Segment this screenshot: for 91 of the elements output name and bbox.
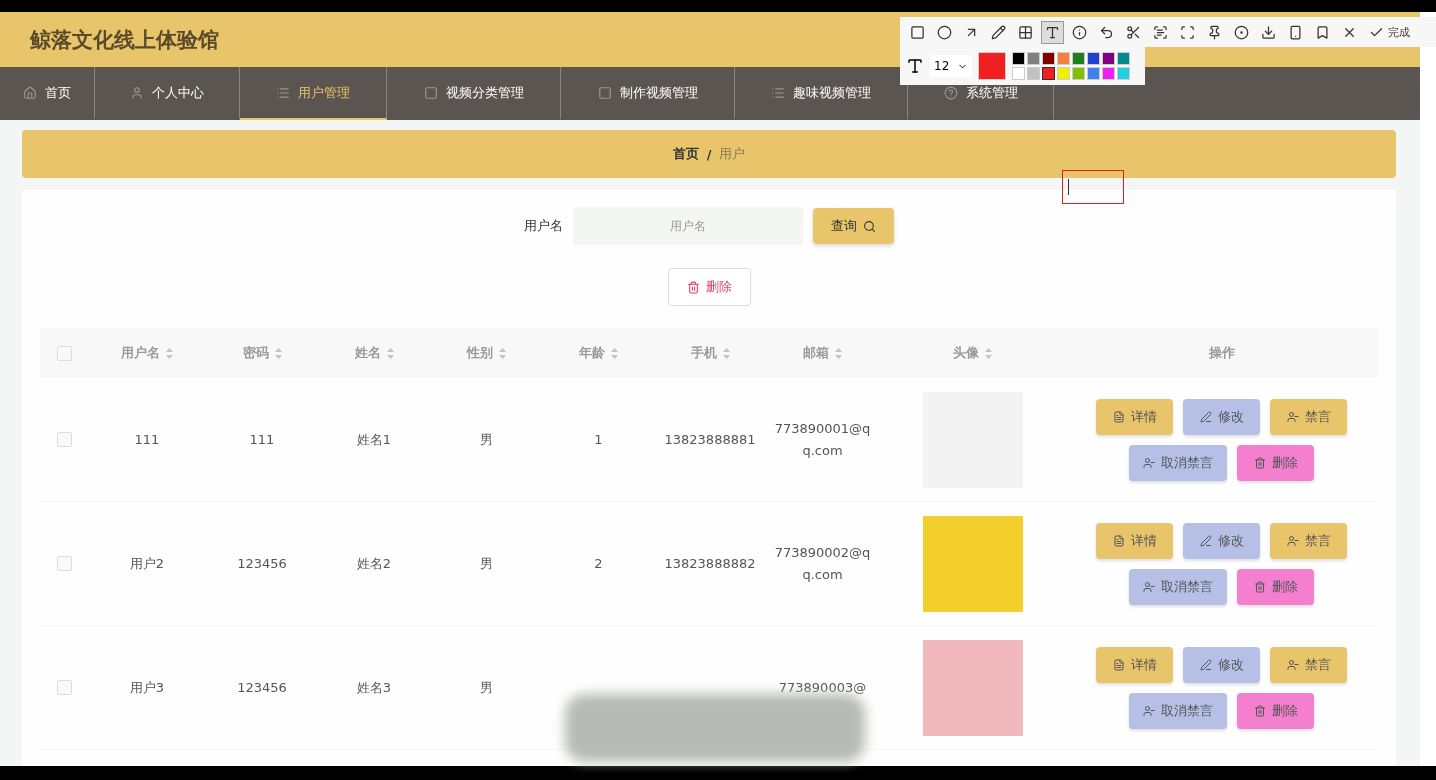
table-cell-text: 用户3 xyxy=(129,678,165,697)
table-cell-text: 13823888882 xyxy=(664,554,756,573)
table-cell-text: 2 xyxy=(594,554,603,573)
action-button[interactable]: 删除 xyxy=(1237,692,1314,729)
column-header: 操作 xyxy=(1208,344,1235,362)
font-size-select[interactable]: 12 xyxy=(930,55,973,77)
action-icon xyxy=(1199,410,1212,423)
query-button[interactable]: 查询 xyxy=(813,208,894,244)
action-button[interactable]: 禁言 xyxy=(1270,398,1347,435)
nav-icon xyxy=(23,85,37,100)
action-button[interactable]: 删除 xyxy=(1237,444,1314,481)
action-icon xyxy=(1112,410,1125,423)
delete-button[interactable]: 删除 xyxy=(667,268,751,306)
checkbox[interactable] xyxy=(56,345,72,361)
action-icon xyxy=(1199,658,1212,671)
action-button[interactable]: 禁言 xyxy=(1270,646,1347,683)
column-header: 密码 xyxy=(242,344,269,362)
table-cell-text: 姓名2 xyxy=(356,554,392,573)
current-color-swatch[interactable] xyxy=(978,52,1007,80)
action-icon xyxy=(1143,704,1155,717)
action-icon xyxy=(1286,534,1299,547)
action-icon xyxy=(1253,704,1266,717)
breadcrumb-current: 用户 xyxy=(719,145,746,163)
action-button[interactable]: 修改 xyxy=(1183,522,1260,559)
table-cell-text: 111 xyxy=(134,430,160,449)
nav-icon xyxy=(423,85,438,100)
checkbox[interactable] xyxy=(56,556,72,571)
color-swatch[interactable] xyxy=(1042,67,1056,80)
action-button[interactable]: 修改 xyxy=(1183,398,1260,435)
table-cell-text: 姓名3 xyxy=(356,678,392,697)
search-icon xyxy=(863,219,876,233)
column-header: 性别 xyxy=(466,344,493,362)
nav-tab[interactable]: 个人中心 xyxy=(95,67,240,120)
trash-icon xyxy=(686,280,700,294)
table-cell-text: 111 xyxy=(249,430,275,449)
action-icon xyxy=(1199,534,1212,547)
action-button[interactable]: 取消禁言 xyxy=(1129,568,1227,605)
table-cell-text: 773890003@ xyxy=(778,678,867,697)
breadcrumb-separator: / xyxy=(706,146,712,162)
action-icon xyxy=(1112,534,1125,547)
action-icon xyxy=(1143,580,1155,593)
table-cell-text: 姓名1 xyxy=(356,430,392,449)
column-header: 邮箱 xyxy=(803,344,829,362)
nav-icon xyxy=(130,85,144,100)
font-icon xyxy=(906,57,924,75)
action-button[interactable]: 删除 xyxy=(1237,568,1314,605)
table-cell-text: 13823888881 xyxy=(664,430,756,449)
nav-tab[interactable]: 制作视频管理 xyxy=(561,67,735,120)
action-button[interactable]: 详情 xyxy=(1096,646,1173,683)
checkbox[interactable] xyxy=(56,680,72,695)
action-icon xyxy=(1253,580,1266,593)
nav-icon xyxy=(771,85,785,100)
column-header: 用户名 xyxy=(121,344,160,362)
column-header: 姓名 xyxy=(354,344,381,362)
search-field[interactable]: 用户名 xyxy=(573,207,803,245)
table-cell-text: 男 xyxy=(479,554,493,573)
column-header: 头像 xyxy=(953,344,979,362)
action-button[interactable]: 详情 xyxy=(1096,522,1173,559)
nav-icon xyxy=(276,85,290,100)
site-title: 鲸落文化线上体验馆 xyxy=(30,26,219,54)
table-cell-text: 1 xyxy=(594,430,603,449)
table-cell-text: 男 xyxy=(479,430,493,449)
table-cell-text: 773890001@qq.com xyxy=(774,419,871,460)
breadcrumb-link[interactable]: 首页 xyxy=(672,145,699,163)
nav-icon xyxy=(943,85,958,100)
table-cell-text: 用户2 xyxy=(129,554,165,573)
table-cell-text: 773890002@qq.com xyxy=(774,543,871,584)
text-entry-box[interactable] xyxy=(1062,170,1124,204)
nav-tab[interactable]: 首页 xyxy=(0,67,95,120)
nav-icon xyxy=(597,85,612,100)
search-label: 用户名 xyxy=(524,217,563,235)
done-button[interactable]: 完成 xyxy=(1365,24,1414,40)
action-button[interactable]: 取消禁言 xyxy=(1129,692,1227,729)
action-icon xyxy=(1286,410,1299,423)
action-button[interactable]: 禁言 xyxy=(1270,522,1347,559)
table-cell-text: 123456 xyxy=(237,554,287,573)
nav-tab[interactable]: 用户管理 xyxy=(240,67,387,120)
action-button[interactable]: 修改 xyxy=(1183,646,1260,683)
text-tool-icon[interactable] xyxy=(1041,20,1064,44)
action-icon xyxy=(1112,658,1125,671)
action-button[interactable]: 详情 xyxy=(1096,398,1173,435)
column-header: 手机 xyxy=(690,344,717,362)
action-icon xyxy=(1143,456,1155,469)
table-cell-text: 男 xyxy=(479,678,493,697)
action-button[interactable]: 取消禁言 xyxy=(1129,444,1227,481)
table-cell-text: 123456 xyxy=(237,678,287,697)
nav-tab[interactable]: 视频分类管理 xyxy=(387,67,561,120)
checkbox[interactable] xyxy=(56,432,72,447)
column-header: 年龄 xyxy=(579,344,605,362)
action-icon xyxy=(1253,456,1266,469)
action-icon xyxy=(1286,658,1299,671)
